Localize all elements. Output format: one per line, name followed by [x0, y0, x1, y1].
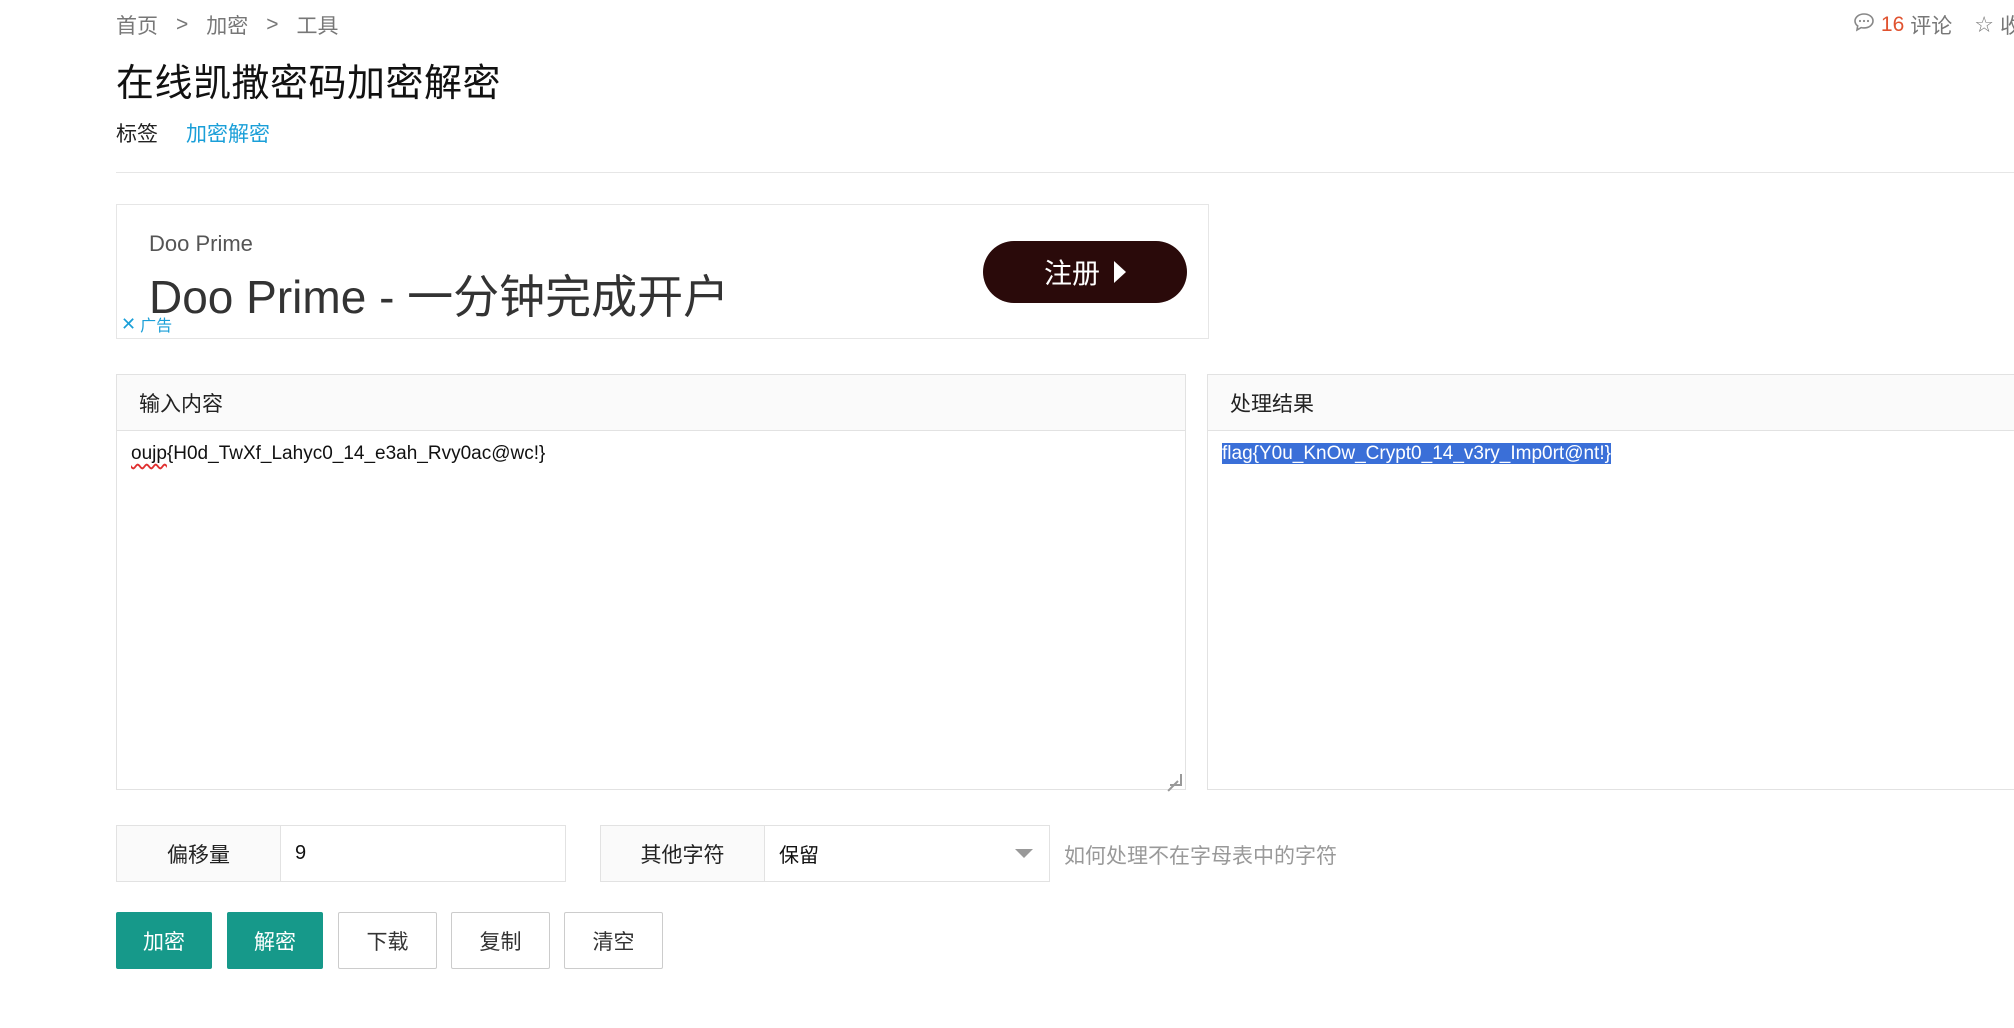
input-text-misspelled: oujp: [131, 443, 167, 464]
breadcrumb: 首页 > 加密 > 工具: [116, 10, 339, 40]
tag-link[interactable]: 加密解密: [186, 118, 270, 148]
shift-label: 偏移量: [117, 826, 281, 881]
breadcrumb-tools: 工具: [296, 15, 339, 38]
input-text: {H0d_TwXf_Lahyc0_14_e3ah_Rvy0ac@wc!}: [166, 443, 546, 464]
breadcrumb-separator: >: [266, 13, 279, 36]
encrypt-button[interactable]: 加密: [116, 912, 212, 969]
other-chars-field: 其他字符 保留: [600, 825, 1050, 882]
header-actions: 16 评论 ☆ 收藏: [1853, 10, 2014, 40]
output-textarea[interactable]: flag{Y0u_KnOw_Crypt0_14_v3ry_Imp0rt@nt!}: [1208, 431, 2014, 477]
breadcrumb-home[interactable]: 首页: [116, 10, 158, 40]
ad-headline[interactable]: Doo Prime - 一分钟完成开户: [149, 261, 729, 327]
star-icon[interactable]: ☆: [1974, 12, 1994, 38]
output-panel-title: 处理结果: [1208, 375, 2014, 431]
ad-register-button[interactable]: 注册: [983, 241, 1187, 303]
shift-field: 偏移量 9: [116, 825, 566, 882]
other-chars-label: 其他字符: [601, 826, 765, 881]
shift-input[interactable]: 9: [281, 826, 565, 881]
output-text[interactable]: flag{Y0u_KnOw_Crypt0_14_v3ry_Imp0rt@nt!}: [1222, 443, 1611, 464]
page-title: 在线凯撒密码加密解密: [116, 63, 502, 105]
other-chars-select[interactable]: 保留: [765, 826, 1049, 881]
input-panel: 输入内容 oujp{H0d_TwXf_Lahyc0_14_e3ah_Rvy0ac…: [116, 374, 1186, 790]
ad-register-label: 注册: [1043, 258, 1100, 289]
ad-label: 广告: [140, 318, 173, 335]
close-icon[interactable]: ✕: [121, 314, 136, 335]
output-panel: 处理结果 flag{Y0u_KnOw_Crypt0_14_v3ry_Imp0rt…: [1207, 374, 2014, 790]
chevron-down-icon[interactable]: [1015, 849, 1033, 858]
download-button[interactable]: 下载: [338, 912, 437, 969]
copy-button[interactable]: 复制: [451, 912, 550, 969]
tags-label: 标签: [116, 123, 158, 146]
advertisement-banner[interactable]: Doo Prime Doo Prime - 一分钟完成开户 注册 ✕ 广告: [116, 204, 1209, 339]
play-arrow-icon: [1114, 261, 1126, 283]
input-panel-title: 输入内容: [117, 375, 1185, 431]
other-chars-selected: 保留: [779, 845, 819, 867]
clear-button[interactable]: 清空: [564, 912, 663, 969]
comment-count[interactable]: 16: [1881, 13, 1904, 37]
ad-close[interactable]: ✕ 广告: [121, 312, 172, 336]
breadcrumb-separator: >: [176, 13, 189, 36]
input-textarea[interactable]: oujp{H0d_TwXf_Lahyc0_14_e3ah_Rvy0ac@wc!}: [117, 431, 1185, 477]
tags-row: 标签 加密解密: [116, 118, 270, 148]
comment-link[interactable]: 评论: [1910, 10, 1952, 40]
comment-icon[interactable]: [1853, 12, 1875, 38]
divider: [116, 172, 2014, 173]
ad-brand: Doo Prime: [149, 231, 253, 256]
decrypt-button[interactable]: 解密: [227, 912, 323, 969]
other-chars-hint: 如何处理不在字母表中的字符: [1064, 845, 1337, 868]
resize-handle-icon[interactable]: [1170, 774, 1182, 786]
breadcrumb-encryption[interactable]: 加密: [206, 10, 248, 40]
favorite-link[interactable]: 收藏: [2000, 10, 2014, 40]
